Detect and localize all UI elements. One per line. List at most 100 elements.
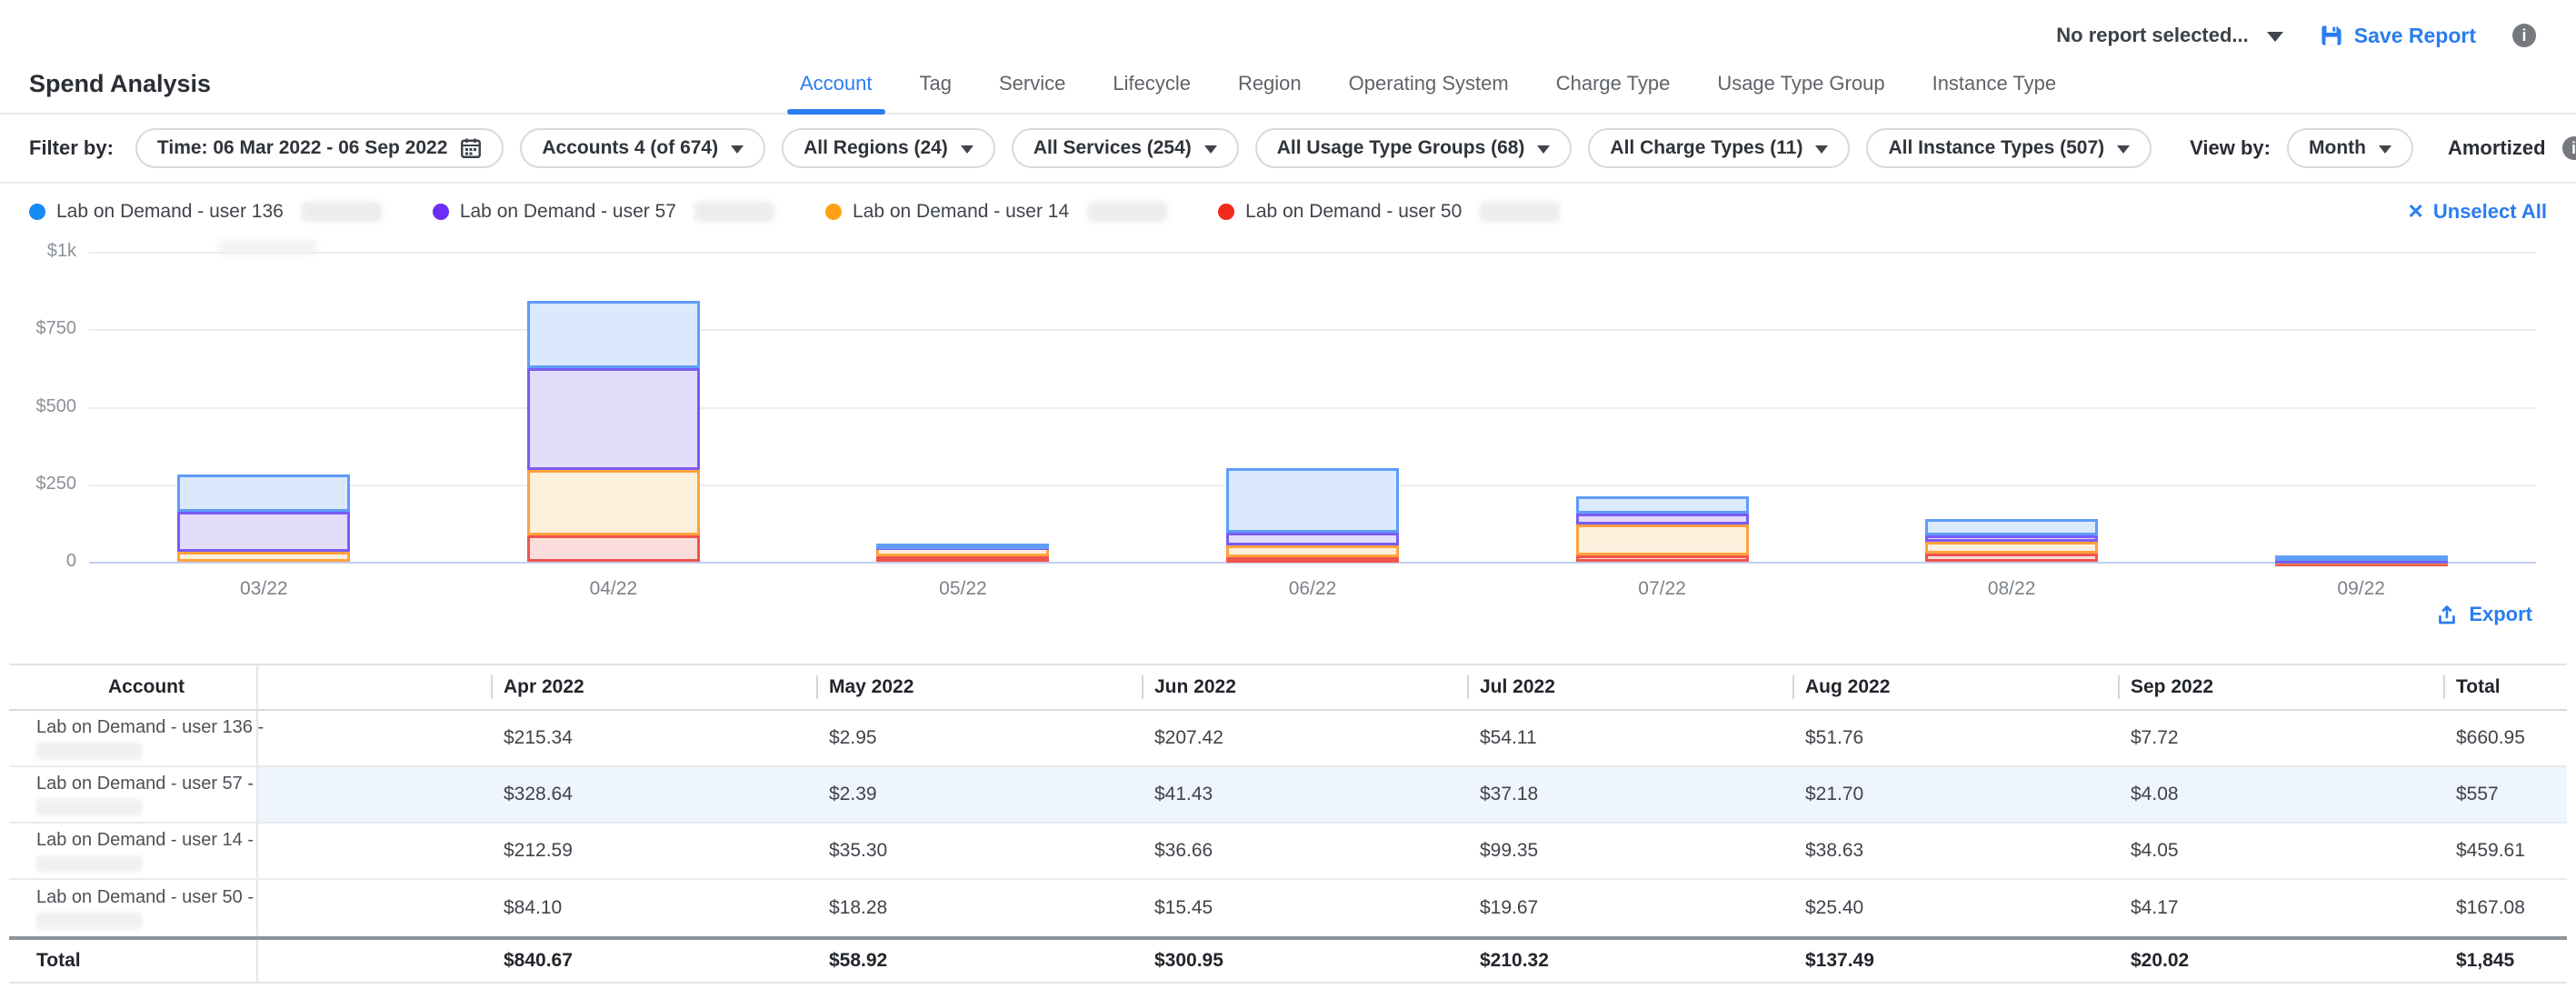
save-report-label: Save Report: [2354, 24, 2476, 48]
legend-item-lab-on-demand-user-57[interactable]: Lab on Demand - user 57: [433, 201, 774, 223]
total-cell: $840.67: [491, 950, 816, 972]
table-cell: $41.43: [1142, 784, 1467, 805]
bar-segment-lab-on-demand-user-50[interactable]: [876, 556, 1049, 562]
table-total-row: Total$840.67$58.92$300.95$210.32$137.49$…: [9, 936, 2567, 984]
legend-label: Lab on Demand - user 14: [853, 201, 1069, 223]
topbar: No report selected... Save Report i: [0, 0, 2576, 55]
tab-service[interactable]: Service: [999, 55, 1065, 113]
spend-stacked-bar-chart: $1k$750$500$250003/2204/2205/2206/2207/2…: [29, 235, 2547, 591]
bar-segment-lab-on-demand-user-136[interactable]: [527, 301, 700, 367]
bar-segment-lab-on-demand-user-136[interactable]: [177, 475, 350, 512]
view-by-label: View by:: [2190, 136, 2271, 160]
redacted-text: [1087, 202, 1167, 222]
table-cell: $84.10: [491, 897, 816, 919]
account-label: Lab on Demand - user 14 -: [36, 830, 256, 850]
pill-label: Time: 06 Mar 2022 - 06 Sep 2022: [157, 137, 447, 159]
table-cell: $215.34: [491, 727, 816, 749]
legend-item-lab-on-demand-user-136[interactable]: Lab on Demand - user 136: [29, 201, 382, 223]
bar-segment-lab-on-demand-user-14[interactable]: [527, 470, 700, 535]
filter-pill-all[interactable]: All Charge Types (11): [1588, 128, 1850, 168]
bar-segment-lab-on-demand-user-57[interactable]: [527, 368, 700, 470]
legend-dot: [825, 204, 842, 220]
column-header-label: Jul 2022: [1480, 676, 1555, 698]
x-axis-label: 05/22: [890, 578, 1035, 600]
table-cell: $2.39: [816, 784, 1142, 805]
tab-tag[interactable]: Tag: [920, 55, 952, 113]
bar-segment-lab-on-demand-user-57[interactable]: [1226, 533, 1399, 545]
dimension-tabs: Account Tag Service Lifecycle Region Operatin…: [800, 55, 2056, 113]
table-cell: $37.18: [1467, 784, 1792, 805]
tab-operating-system[interactable]: Operating System: [1349, 55, 1509, 113]
filter-pill-all[interactable]: All Regions (24): [782, 128, 995, 168]
bar-segment-lab-on-demand-user-14[interactable]: [177, 552, 350, 562]
export-icon: [2436, 604, 2458, 625]
info-icon[interactable]: i: [2512, 24, 2536, 47]
table-header-row: AccountApr 2022May 2022Jun 2022Jul 2022A…: [9, 665, 2567, 711]
export-button[interactable]: Export: [2436, 603, 2532, 626]
report-selector-dropdown[interactable]: No report selected...: [2056, 24, 2283, 47]
legend-item-lab-on-demand-user-50[interactable]: Lab on Demand - user 50: [1218, 201, 1560, 223]
save-report-button[interactable]: Save Report: [2320, 24, 2476, 48]
bar-segment-lab-on-demand-user-136[interactable]: [1925, 519, 2098, 535]
filter-pill-all[interactable]: All Services (254): [1012, 128, 1239, 168]
gridline: [89, 407, 2536, 409]
table-row-lab-on-demand-user-50: Lab on Demand - user 50 -$84.10$18.28$15…: [9, 880, 2567, 936]
bar-segment-lab-on-demand-user-50[interactable]: [1226, 557, 1399, 563]
bar-segment-lab-on-demand-user-136[interactable]: [876, 544, 1049, 549]
view-by-dropdown[interactable]: Month: [2287, 128, 2413, 168]
filter-pill-time[interactable]: Time: 06 Mar 2022 - 06 Sep 2022: [135, 128, 504, 168]
table-cell: $19.67: [1467, 897, 1792, 919]
bar-segment-lab-on-demand-user-136[interactable]: [1226, 468, 1399, 533]
tab-lifecycle[interactable]: Lifecycle: [1113, 55, 1191, 113]
tab-usage-type-group[interactable]: Usage Type Group: [1717, 55, 1884, 113]
table-cell: $557: [2443, 784, 2567, 805]
account-cell: Lab on Demand - user 57 -: [9, 767, 258, 822]
bar-segment-lab-on-demand-user-14[interactable]: [1226, 545, 1399, 557]
chevron-down-icon: [2117, 145, 2130, 154]
bar-segment-lab-on-demand-user-136[interactable]: [2275, 555, 2448, 561]
total-label: Total: [36, 950, 256, 972]
table-cell: $51.76: [1792, 727, 2118, 749]
redacted-text: [36, 799, 142, 815]
column-header-may-2022: May 2022: [816, 665, 1142, 709]
table-cell: $4.08: [2118, 784, 2443, 805]
bar-segment-lab-on-demand-user-50[interactable]: [527, 535, 700, 562]
filter-pill-all[interactable]: All Usage Type Groups (68): [1255, 128, 1573, 168]
tab-region[interactable]: Region: [1238, 55, 1302, 113]
filter-pill-all[interactable]: All Instance Types (507): [1866, 128, 2152, 168]
tab-instance-type[interactable]: Instance Type: [1932, 55, 2057, 113]
tab-charge-type[interactable]: Charge Type: [1556, 55, 1671, 113]
bar-segment-lab-on-demand-user-57[interactable]: [1925, 535, 2098, 542]
chevron-down-icon: [2267, 32, 2283, 42]
bar-segment-lab-on-demand-user-50[interactable]: [1925, 554, 2098, 562]
table-cell: $4.17: [2118, 897, 2443, 919]
filter-pill-accounts[interactable]: Accounts 4 (of 674): [520, 128, 765, 168]
table-cell: $459.61: [2443, 840, 2567, 862]
redacted-text: [36, 855, 142, 872]
bar-segment-lab-on-demand-user-14[interactable]: [1925, 542, 2098, 554]
bar-segment-lab-on-demand-user-57[interactable]: [1576, 514, 1749, 525]
chevron-down-icon: [1204, 145, 1217, 154]
table-cell: $2.95: [816, 727, 1142, 749]
x-axis-label: 04/22: [541, 578, 686, 600]
bar-segment-lab-on-demand-user-136[interactable]: [1576, 496, 1749, 513]
unselect-all-button[interactable]: ✕ Unselect All: [2407, 200, 2547, 224]
column-header-jun-2022: Jun 2022: [1142, 665, 1467, 709]
export-label: Export: [2469, 603, 2532, 626]
table-cell: $21.70: [1792, 784, 2118, 805]
bar-segment-lab-on-demand-user-14[interactable]: [1576, 524, 1749, 555]
account-label: Lab on Demand - user 136 -: [36, 717, 256, 737]
bar-segment-lab-on-demand-user-50[interactable]: [1576, 555, 1749, 562]
pill-label: All Regions (24): [804, 137, 948, 159]
bar-segment-lab-on-demand-user-57[interactable]: [177, 512, 350, 552]
y-axis-label: 0: [29, 551, 76, 572]
x-axis-label: 08/22: [1939, 578, 2084, 600]
total-row-label-cell: Total: [9, 940, 258, 982]
legend-item-lab-on-demand-user-14[interactable]: Lab on Demand - user 14: [825, 201, 1167, 223]
y-axis-label: $500: [29, 396, 76, 417]
table-row-lab-on-demand-user-136: Lab on Demand - user 136 -$215.34$2.95$2…: [9, 711, 2567, 767]
tab-account[interactable]: Account: [800, 55, 873, 113]
table-cell: $36.66: [1142, 840, 1467, 862]
y-axis-label: $250: [29, 474, 76, 494]
info-icon[interactable]: i: [2562, 136, 2576, 160]
